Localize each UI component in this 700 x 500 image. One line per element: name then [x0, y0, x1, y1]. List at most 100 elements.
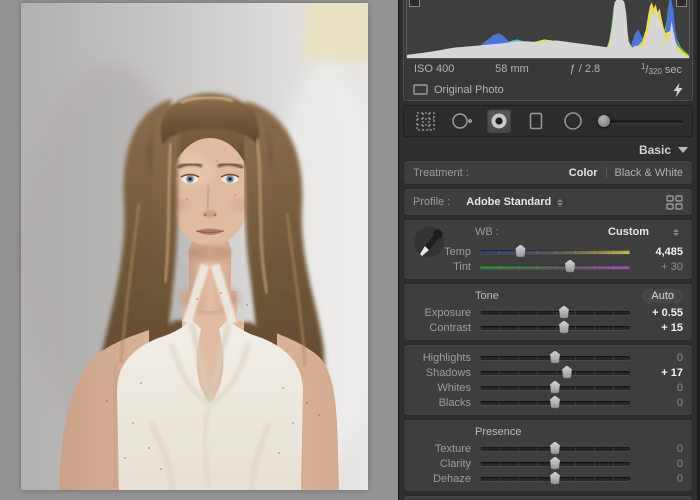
wb-sliders: Temp 4,485 Tint + 30: [404, 244, 692, 274]
histogram-graph: [407, 0, 689, 58]
graduated-filter-tool[interactable]: [524, 109, 548, 133]
vibrance-saturation-section: Vibrance0Saturation0: [403, 495, 693, 500]
slider-row-contrast: Contrast + 15: [404, 320, 692, 335]
temp-value: 4,485: [655, 245, 683, 258]
whites-value: 0: [676, 381, 683, 394]
slider-row-blacks: Blacks 0: [404, 395, 692, 410]
photo-canvas[interactable]: [21, 3, 368, 490]
tool-amount-slider[interactable]: [598, 109, 683, 133]
shadows-slider[interactable]: [480, 365, 630, 379]
slider-row-highlights: Highlights 0: [404, 350, 692, 365]
clarity-label: Clarity: [439, 457, 471, 470]
aperture-value: ƒ / 2.8: [569, 63, 601, 75]
clarity-slider-knob[interactable]: [550, 456, 560, 470]
exposure-slider[interactable]: [480, 305, 630, 319]
blacks-value: 0: [676, 396, 683, 409]
highlights-value: 0: [676, 351, 683, 364]
collapse-triangle-icon[interactable]: [678, 146, 688, 153]
whites-slider-knob[interactable]: [550, 380, 560, 394]
highlights-label: Highlights: [422, 351, 471, 364]
temp-slider[interactable]: [480, 244, 630, 258]
clarity-value: 0: [676, 457, 683, 470]
dehaze-slider-knob[interactable]: [550, 471, 560, 485]
tint-label: Tint: [453, 260, 471, 273]
slider-row-exposure: Exposure + 0.55: [404, 305, 692, 320]
presence-header: Presence: [475, 425, 522, 438]
original-photo-row[interactable]: Original Photo: [404, 79, 692, 100]
slider-row-shadows: Shadows + 17: [404, 365, 692, 380]
wb-preset-value[interactable]: Custom: [608, 226, 649, 238]
tint-value: + 30: [661, 260, 683, 273]
tint-slider[interactable]: [480, 259, 630, 273]
shutter-speed-value: 1/320 sec: [640, 62, 683, 76]
portrait-photo: [21, 3, 368, 490]
profile-label: Profile :: [413, 196, 451, 208]
radial-filter-tool[interactable]: [561, 109, 585, 133]
slider-row-texture: Texture 0: [404, 441, 692, 456]
wb-label: WB :: [475, 226, 499, 238]
whites-label: Whites: [437, 381, 471, 394]
tool-amount-knob[interactable]: [598, 115, 610, 127]
treatment-color-option[interactable]: Color: [569, 167, 598, 179]
dehaze-slider[interactable]: [480, 471, 630, 485]
histogram[interactable]: [406, 0, 690, 59]
shadow-clipping-indicator[interactable]: [409, 0, 420, 7]
shadows-slider-knob[interactable]: [562, 365, 572, 379]
slider-row-dehaze: Dehaze 0: [404, 471, 692, 486]
lightroom-develop-window: ISO 400 58 mm ƒ / 2.8 1/320 sec Original…: [0, 0, 700, 500]
white-balance-section: WB : Custom Temp 4,485 Tint + 30: [403, 219, 693, 280]
exposure-slider-knob[interactable]: [559, 305, 569, 319]
tint-slider-knob[interactable]: [565, 259, 575, 273]
basic-panel-header[interactable]: Basic: [399, 139, 700, 160]
profile-value[interactable]: Adobe Standard: [466, 196, 551, 208]
contrast-label: Contrast: [429, 321, 471, 334]
highlight-clipping-indicator[interactable]: [676, 0, 687, 7]
iso-value: ISO 400: [414, 63, 455, 75]
temp-slider-knob[interactable]: [515, 244, 526, 258]
exif-stats-row: ISO 400 58 mm ƒ / 2.8 1/320 sec: [404, 59, 692, 79]
texture-slider-knob[interactable]: [550, 441, 560, 455]
treatment-bw-option[interactable]: Black & White: [615, 167, 683, 179]
develop-right-panel: ISO 400 58 mm ƒ / 2.8 1/320 sec Original…: [398, 0, 700, 500]
flash-bolt-icon[interactable]: [673, 82, 683, 97]
divider: [605, 167, 607, 178]
tone-sliders: Exposure + 0.55 Contrast + 15: [404, 305, 692, 335]
profile-section: Profile : Adobe Standard: [403, 188, 693, 216]
shadows-value: + 17: [661, 366, 683, 379]
blacks-label: Blacks: [438, 396, 471, 409]
whites-slider[interactable]: [480, 380, 630, 394]
texture-slider[interactable]: [480, 441, 630, 455]
chevron-updown-icon[interactable]: [557, 198, 564, 206]
histogram-panel: ISO 400 58 mm ƒ / 2.8 1/320 sec Original…: [403, 0, 693, 101]
slider-row-whites: Whites 0: [404, 380, 692, 395]
profile-browser-button[interactable]: [666, 194, 683, 210]
auto-tone-button[interactable]: Auto: [642, 288, 683, 303]
treatment-label: Treatment :: [413, 166, 469, 179]
red-eye-tool[interactable]: [487, 109, 511, 133]
presence-sliders: Texture 0 Clarity 0 Dehaze 0: [404, 441, 692, 486]
dehaze-value: 0: [676, 472, 683, 485]
wb-eyedropper-icon[interactable]: [412, 225, 446, 259]
photo-workspace-background: [0, 0, 398, 500]
highlights-slider-knob[interactable]: [550, 350, 560, 364]
exposure-value: + 0.55: [652, 306, 683, 319]
tone-header: Tone: [475, 289, 499, 302]
texture-label: Texture: [434, 442, 471, 455]
tone-detail-sliders: Highlights 0 Shadows + 17 Whites 0 Blacks 0: [404, 350, 692, 410]
spot-removal-tool[interactable]: [450, 109, 474, 133]
tool-amount-track[interactable]: [598, 119, 683, 123]
contrast-slider-knob[interactable]: [559, 320, 569, 334]
blacks-slider-knob[interactable]: [550, 395, 560, 409]
blacks-slider[interactable]: [480, 395, 630, 409]
chevron-updown-icon[interactable]: [673, 228, 679, 236]
tone-detail-section: Highlights 0 Shadows + 17 Whites 0 Blacks 0: [403, 344, 693, 416]
slider-row-temp: Temp 4,485: [404, 244, 692, 259]
clarity-slider[interactable]: [480, 456, 630, 470]
shadows-label: Shadows: [425, 366, 471, 379]
focal-length-value: 58 mm: [495, 63, 529, 75]
highlights-slider[interactable]: [480, 350, 630, 364]
contrast-slider[interactable]: [480, 320, 630, 334]
exposure-label: Exposure: [424, 306, 471, 319]
crop-overlay-tool[interactable]: [413, 109, 437, 133]
slider-row-clarity: Clarity 0: [404, 456, 692, 471]
